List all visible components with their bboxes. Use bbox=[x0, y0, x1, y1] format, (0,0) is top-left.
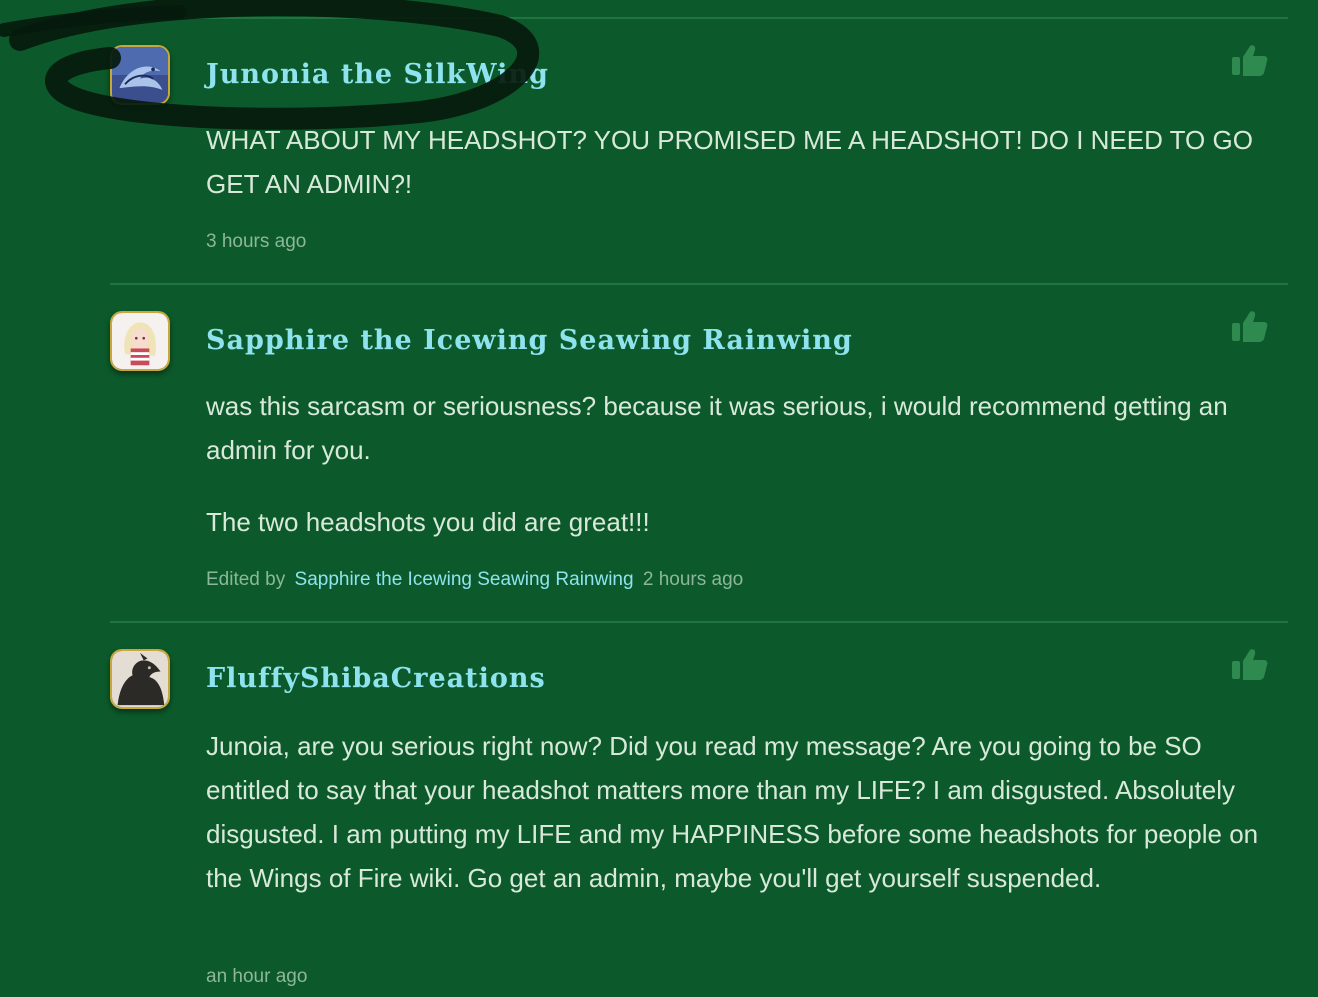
user-avatar[interactable] bbox=[110, 45, 170, 105]
comment-paragraph: WHAT ABOUT MY HEADSHOT? YOU PROMISED ME … bbox=[206, 125, 1253, 199]
comment-paragraph: Junoia, are you serious right now? Did y… bbox=[206, 731, 1259, 893]
user-avatar[interactable] bbox=[110, 311, 170, 371]
like-button[interactable] bbox=[1230, 309, 1270, 345]
comment: FluffyShibaCreations Junoia, are you ser… bbox=[110, 621, 1288, 997]
comment-thread: Junonia the SilkWing WHAT ABOUT MY HEADS… bbox=[0, 0, 1318, 997]
like-button[interactable] bbox=[1230, 43, 1270, 79]
blue-dragon-avatar-icon bbox=[112, 47, 168, 103]
comment-timestamp: 3 hours ago bbox=[206, 231, 306, 253]
comment-username[interactable]: FluffyShibaCreations bbox=[206, 663, 546, 694]
timestamp-text: 3 hours ago bbox=[206, 231, 307, 252]
user-avatar[interactable] bbox=[110, 649, 170, 709]
comment-username[interactable]: Junonia the SilkWing bbox=[206, 59, 549, 90]
black-dragon-avatar-icon bbox=[112, 651, 168, 707]
timestamp-text: 2 hours ago bbox=[642, 569, 744, 590]
thumbs-up-icon bbox=[1232, 311, 1268, 342]
comment-body: was this sarcasm or seriousness? because… bbox=[206, 384, 1276, 544]
timestamp-text: an hour ago bbox=[206, 966, 308, 987]
thumbs-up-icon bbox=[1232, 45, 1268, 76]
comment-timestamp: an hour ago bbox=[206, 966, 307, 988]
comment-edited-meta: Edited by Sapphire the Icewing Seawing R… bbox=[206, 569, 743, 591]
anime-girl-avatar-icon bbox=[112, 313, 168, 369]
comment-paragraph: was this sarcasm or seriousness? because… bbox=[206, 391, 1228, 465]
comment-paragraph: The two headshots you did are great!!! bbox=[206, 507, 650, 537]
editor-link[interactable]: Sapphire the Icewing Seawing Rainwing bbox=[295, 569, 634, 590]
edited-prefix: Edited by bbox=[206, 569, 286, 590]
comment-body: Junoia, are you serious right now? Did y… bbox=[206, 724, 1276, 900]
comment-username[interactable]: Sapphire the Icewing Seawing Rainwing bbox=[206, 325, 853, 356]
thumbs-up-icon bbox=[1232, 649, 1268, 680]
comment: Junonia the SilkWing WHAT ABOUT MY HEADS… bbox=[110, 17, 1288, 285]
comment: Sapphire the Icewing Seawing Rainwing wa… bbox=[110, 283, 1288, 623]
like-button[interactable] bbox=[1230, 647, 1270, 683]
comment-body: WHAT ABOUT MY HEADSHOT? YOU PROMISED ME … bbox=[206, 118, 1276, 206]
